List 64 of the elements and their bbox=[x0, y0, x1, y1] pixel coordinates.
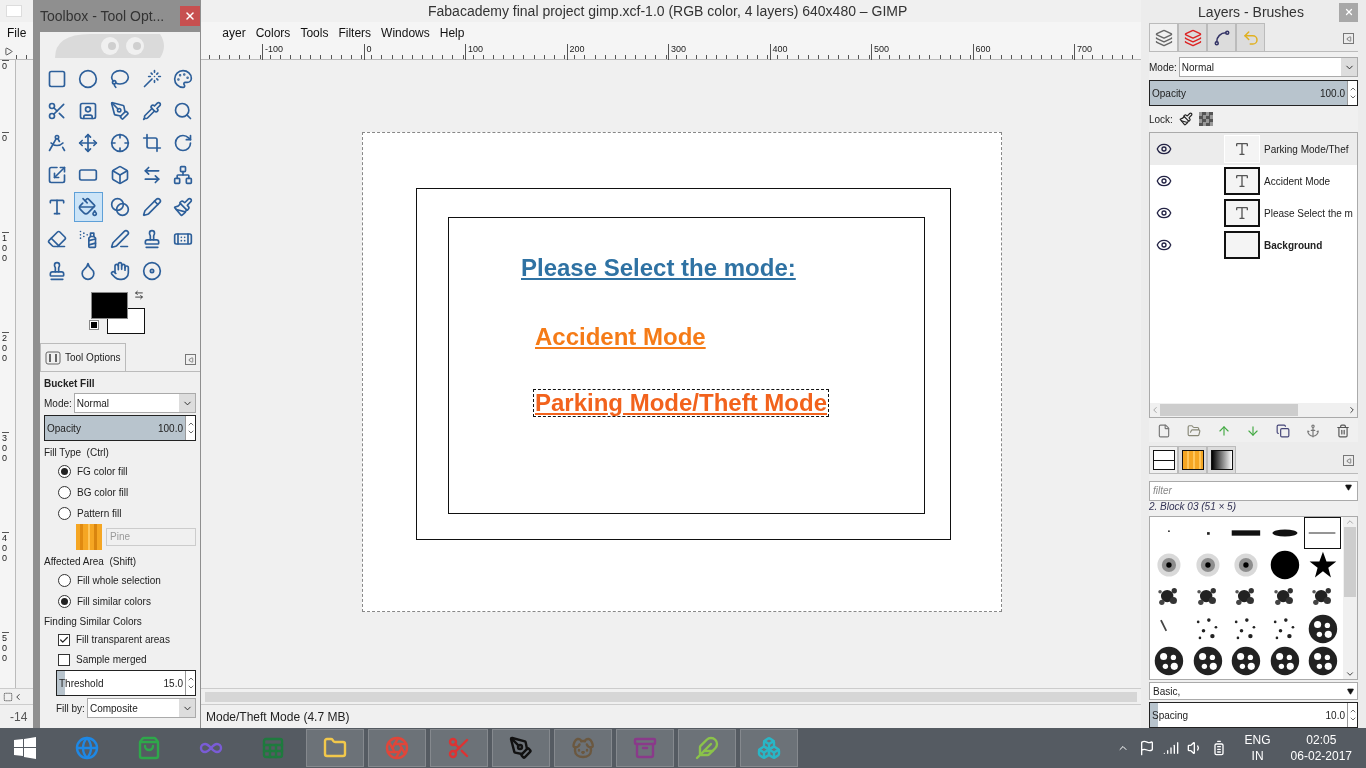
slider-label: Threshold bbox=[59, 676, 104, 691]
brush-name: 2. Block 03 (51 × 5) bbox=[1149, 500, 1237, 514]
slider-track[interactable]: Opacity 100.0 bbox=[1150, 81, 1347, 105]
slider-value: 100.0 bbox=[1319, 86, 1345, 101]
ruler-label: 400 bbox=[2, 532, 9, 563]
menu-item[interactable]: Tools bbox=[295, 24, 334, 42]
checkbox-option[interactable]: Fill transparent areas bbox=[44, 630, 196, 649]
ruler-label: 300 bbox=[2, 432, 9, 463]
canvas-heading: Please Select the mode: bbox=[521, 253, 796, 283]
pointer-coordinates: -14 bbox=[9, 708, 29, 726]
menu-item[interactable]: Filters bbox=[333, 24, 377, 42]
tool-name: Bucket Fill bbox=[44, 377, 96, 391]
lock-label: Lock: bbox=[1149, 112, 1173, 127]
mode-option: Parking Mode/Theft Mode bbox=[534, 390, 828, 416]
field-label: Mode: bbox=[1149, 60, 1177, 75]
section-label: Finding Similar Colors bbox=[44, 615, 143, 629]
slider-track[interactable]: Opacity 100.0 bbox=[45, 416, 185, 440]
slider-value: 15.0 bbox=[163, 676, 183, 691]
ruler-label: 100 bbox=[2, 232, 9, 263]
layer-row[interactable]: Parking Mode/Thef bbox=[1150, 133, 1357, 165]
window-title: Toolbox - Tool Opt... bbox=[40, 6, 165, 26]
window-title: Fabacademy final project gimp.xcf-1.0 (RGB color, 4 layers) 640x480 – GIMP bbox=[428, 1, 908, 21]
section-label: Affected Area (Shift) bbox=[44, 555, 138, 569]
ruler-label: 200 bbox=[2, 332, 9, 363]
slider-track[interactable]: Spacing 10.0 bbox=[1150, 703, 1347, 727]
radio-option[interactable]: BG color fill bbox=[44, 482, 196, 502]
slider-value: 100.0 bbox=[157, 421, 183, 436]
language-indicator[interactable]: ENG IN bbox=[1244, 732, 1271, 764]
field-label: Mode: bbox=[44, 396, 72, 411]
slider-label: Opacity bbox=[1152, 86, 1186, 101]
slider-label: Spacing bbox=[1152, 708, 1189, 723]
radio-option[interactable]: FG color fill bbox=[44, 461, 196, 481]
layer-name: Please Select the m bbox=[1264, 206, 1353, 221]
slider-label: Opacity bbox=[47, 421, 81, 436]
slider-value: 10.0 bbox=[1325, 708, 1345, 723]
ruler-label: 0 bbox=[2, 60, 9, 71]
layer-name: Background bbox=[1264, 238, 1323, 253]
field-label: Fill by: bbox=[56, 701, 85, 716]
filter-field[interactable]: filter bbox=[1149, 480, 1358, 501]
image-canvas[interactable]: Please Select the mode: Accident Mode Parking Mode/Theft Mode bbox=[362, 132, 1002, 612]
tag-dropdown[interactable]: Basic, bbox=[1149, 682, 1358, 700]
mode-dropdown[interactable]: Normal bbox=[73, 393, 196, 413]
slider-track[interactable]: Threshold 15.0 bbox=[57, 671, 185, 695]
status-message: Mode/Theft Mode (4.7 MB) bbox=[206, 708, 350, 726]
menu-item[interactable]: Windows bbox=[376, 24, 435, 42]
menu-item[interactable]: File bbox=[2, 24, 32, 42]
mode-dropdown[interactable]: Normal bbox=[1178, 57, 1358, 77]
radio-option[interactable]: Fill whole selection bbox=[44, 570, 196, 590]
radio-option[interactable]: Pattern fill bbox=[44, 503, 196, 523]
menu-item[interactable]: Colors bbox=[250, 24, 296, 42]
section-label: Fill Type (Ctrl) bbox=[44, 446, 110, 460]
mode-option: Accident Mode bbox=[534, 324, 707, 350]
menu-item[interactable]: ayer bbox=[217, 24, 251, 42]
mode-dropdown[interactable]: Composite bbox=[86, 698, 196, 718]
tool-options-tab[interactable]: Tool Options bbox=[40, 343, 126, 371]
ruler-label: 0 bbox=[2, 132, 9, 143]
window-title: Layers - Brushes bbox=[1197, 2, 1305, 22]
checkbox-option[interactable]: Sample merged bbox=[44, 650, 196, 669]
radio-option[interactable]: Fill similar colors bbox=[44, 591, 196, 611]
ruler-label: 500 bbox=[2, 632, 9, 663]
clock[interactable]: 02:05 06-02-2017 bbox=[1290, 732, 1352, 764]
layer-name: Accident Mode bbox=[1264, 174, 1331, 189]
menu-item[interactable]: Help bbox=[434, 24, 470, 42]
layer-name: Parking Mode/Thef bbox=[1264, 142, 1349, 157]
